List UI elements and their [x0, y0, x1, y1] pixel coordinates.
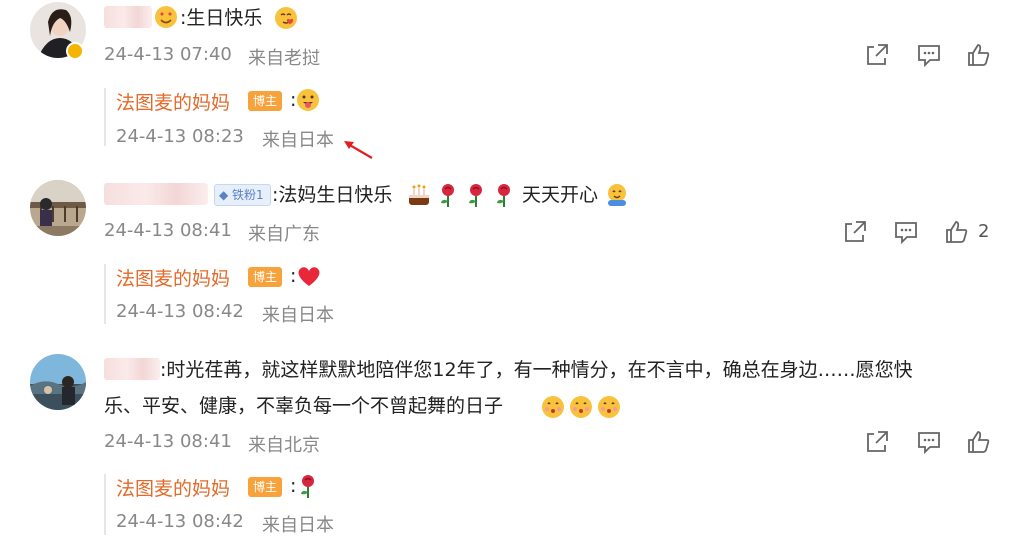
thumbs-up-icon	[968, 44, 990, 66]
blogger-badge: 博主	[248, 91, 283, 111]
share-icon	[867, 431, 888, 452]
comment-icon	[895, 222, 917, 245]
rose-emoji-icon	[436, 182, 460, 212]
comment-icon	[918, 432, 940, 455]
kiss-emoji-icon	[568, 394, 594, 424]
heart-eyes-emoji-icon	[154, 5, 178, 33]
share-icon	[845, 221, 866, 242]
rose-emoji-icon	[296, 473, 320, 503]
like-button[interactable]	[944, 219, 970, 245]
hug-emoji-icon	[604, 182, 630, 212]
fan-level-badge: ◆ 铁粉1	[214, 184, 271, 206]
comment-time: 24-4-13 08:41	[104, 431, 232, 452]
reply-divider	[104, 88, 106, 146]
kiss-emoji-icon	[540, 394, 566, 424]
comment-source: 来自老挝	[248, 48, 320, 69]
like-count: 2	[978, 221, 990, 242]
reply-divider	[104, 264, 106, 324]
comment-icon	[918, 45, 940, 68]
blogger-badge: 博主	[248, 477, 283, 497]
cake-emoji-icon	[406, 182, 432, 212]
reply-time: 24-4-13 08:42	[116, 511, 244, 532]
like-button[interactable]	[966, 429, 992, 455]
comment-text: :生日快乐	[180, 7, 263, 29]
comment-text-line1: :时光荏苒，就这样默默地陪伴您12年了，有一种情分，在不言中，确总在身边……愿您…	[160, 359, 913, 381]
comment-source: 来自北京	[248, 435, 320, 456]
rose-emoji-icon	[492, 182, 516, 212]
tongue-out-emoji-icon	[296, 88, 320, 116]
avatar[interactable]	[30, 180, 86, 236]
thumbs-up-icon	[946, 221, 968, 243]
thumbs-up-icon	[968, 431, 990, 453]
comment-time: 24-4-13 08:41	[104, 220, 232, 241]
author-name-blurred[interactable]	[104, 6, 152, 28]
avatar[interactable]	[30, 354, 86, 410]
comment-button[interactable]	[893, 219, 919, 245]
comment-button[interactable]	[916, 429, 942, 455]
heart-emoji-icon	[296, 264, 322, 292]
share-icon	[867, 44, 888, 65]
kiss-emoji-icon	[596, 394, 622, 424]
verified-icon	[66, 42, 84, 60]
reply-source: 来自日本	[262, 305, 334, 326]
reply-time: 24-4-13 08:42	[116, 301, 244, 322]
reply-source: 来自日本	[262, 130, 334, 151]
reply-source: 来自日本	[262, 515, 334, 536]
reply-author[interactable]: 法图麦的妈妈	[116, 474, 230, 501]
comment-time: 24-4-13 07:40	[104, 44, 232, 65]
comment-text-suffix: 天天开心	[522, 184, 599, 206]
share-button[interactable]	[864, 429, 890, 455]
heart-face-emoji-icon	[274, 6, 298, 34]
reply-author[interactable]: 法图麦的妈妈	[116, 88, 230, 115]
fan-level-label: 铁粉1	[232, 188, 264, 202]
share-button[interactable]	[864, 42, 890, 68]
comment-text-line2: 乐、平安、健康，不辜负每一个不曾起舞的日子	[104, 395, 504, 417]
author-name-blurred[interactable]	[104, 183, 208, 205]
rose-emoji-icon	[464, 182, 488, 212]
reply-time: 24-4-13 08:23	[116, 126, 244, 147]
share-button[interactable]	[842, 219, 868, 245]
reply-divider	[104, 474, 106, 535]
like-button[interactable]	[966, 42, 992, 68]
comment-text: :法妈生日快乐	[272, 184, 393, 206]
comment-button[interactable]	[916, 42, 942, 68]
author-name-blurred[interactable]	[104, 358, 160, 380]
annotation-arrow-icon	[340, 138, 376, 166]
blogger-badge: 博主	[248, 267, 283, 287]
reply-author[interactable]: 法图麦的妈妈	[116, 264, 230, 291]
comment-source: 来自广东	[248, 224, 320, 245]
